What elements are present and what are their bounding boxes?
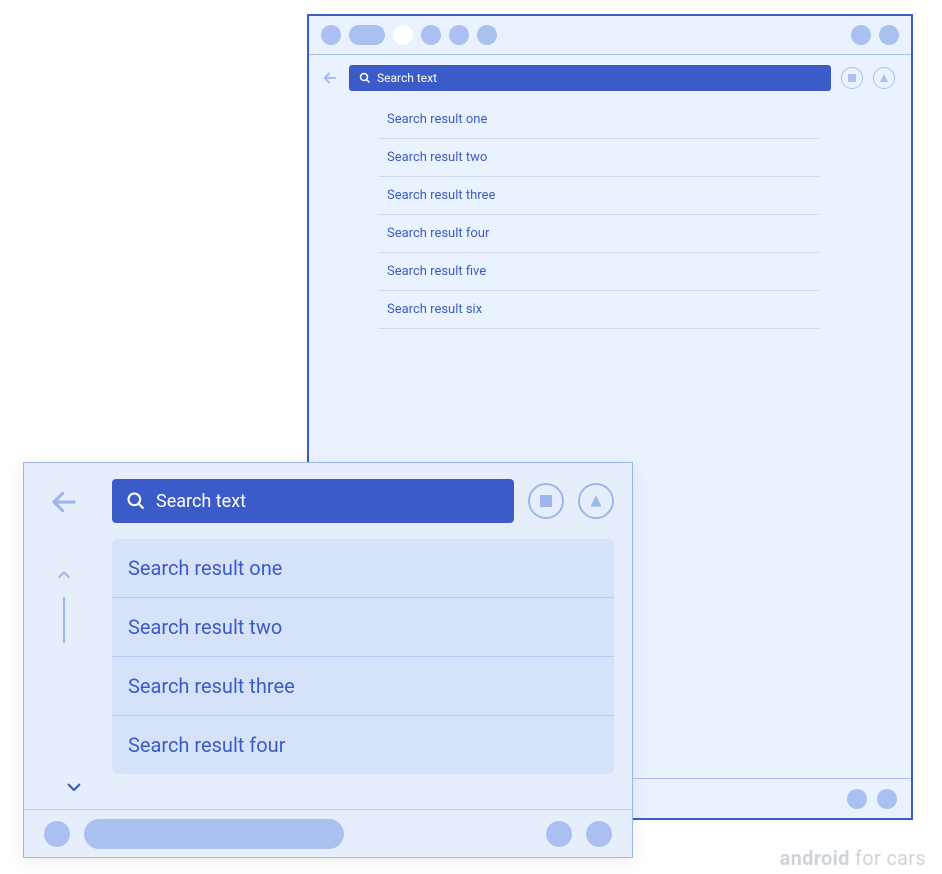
list-item[interactable]: Search result three bbox=[112, 656, 614, 715]
list-item[interactable]: Search result one bbox=[112, 539, 614, 597]
nav-dot-icon[interactable] bbox=[44, 821, 70, 847]
up-button[interactable] bbox=[873, 67, 895, 89]
top-tab-bar bbox=[309, 16, 911, 54]
list-item[interactable]: Search result four bbox=[379, 214, 819, 252]
list-item[interactable]: Search result four bbox=[112, 715, 614, 774]
list-item[interactable]: Search result five bbox=[379, 252, 819, 290]
left-rail bbox=[24, 463, 104, 809]
branding-bold: android bbox=[780, 846, 850, 870]
chevron-up-icon[interactable] bbox=[54, 565, 74, 585]
search-icon bbox=[359, 72, 371, 84]
tab-dot-icon[interactable] bbox=[477, 25, 497, 45]
nav-pill[interactable] bbox=[84, 819, 344, 849]
results-list: Search result one Search result two Sear… bbox=[379, 101, 819, 329]
search-toolbar: Search text bbox=[112, 479, 614, 523]
scroll-track-icon bbox=[63, 597, 65, 643]
branding-label: android for cars bbox=[780, 846, 926, 870]
status-dot-icon bbox=[879, 25, 899, 45]
tab-dot-icon[interactable] bbox=[421, 25, 441, 45]
list-item[interactable]: Search result two bbox=[379, 138, 819, 176]
tab-dot-icon[interactable] bbox=[449, 25, 469, 45]
list-item[interactable]: Search result one bbox=[379, 101, 819, 138]
search-placeholder: Search text bbox=[377, 71, 437, 85]
nav-dot-icon[interactable] bbox=[586, 821, 612, 847]
back-arrow-icon[interactable] bbox=[47, 485, 81, 519]
search-input[interactable]: Search text bbox=[349, 65, 831, 91]
list-item[interactable]: Search result six bbox=[379, 290, 819, 328]
branding-light: for cars bbox=[850, 846, 926, 870]
tab-dot-icon[interactable] bbox=[321, 25, 341, 45]
results-list: Search result one Search result two Sear… bbox=[112, 539, 614, 774]
tab-dot-active-icon[interactable] bbox=[393, 25, 413, 45]
stop-button[interactable] bbox=[528, 483, 564, 519]
tab-pill[interactable] bbox=[349, 25, 385, 45]
status-dot-icon bbox=[851, 25, 871, 45]
search-input[interactable]: Search text bbox=[112, 479, 514, 523]
back-arrow-icon[interactable] bbox=[321, 69, 339, 87]
stop-button[interactable] bbox=[841, 67, 863, 89]
nav-dot-icon[interactable] bbox=[546, 821, 572, 847]
nav-dot-icon[interactable] bbox=[877, 789, 897, 809]
window-large: Search text Search result one Search res… bbox=[23, 462, 633, 858]
search-placeholder: Search text bbox=[156, 491, 246, 512]
search-toolbar: Search text bbox=[309, 55, 911, 97]
nav-dot-icon[interactable] bbox=[847, 789, 867, 809]
scroll-indicator bbox=[54, 565, 74, 643]
bottom-bar bbox=[24, 809, 632, 857]
up-button[interactable] bbox=[578, 483, 614, 519]
search-icon bbox=[126, 491, 146, 511]
list-item[interactable]: Search result two bbox=[112, 597, 614, 656]
list-item[interactable]: Search result three bbox=[379, 176, 819, 214]
chevron-down-icon[interactable] bbox=[64, 777, 84, 797]
